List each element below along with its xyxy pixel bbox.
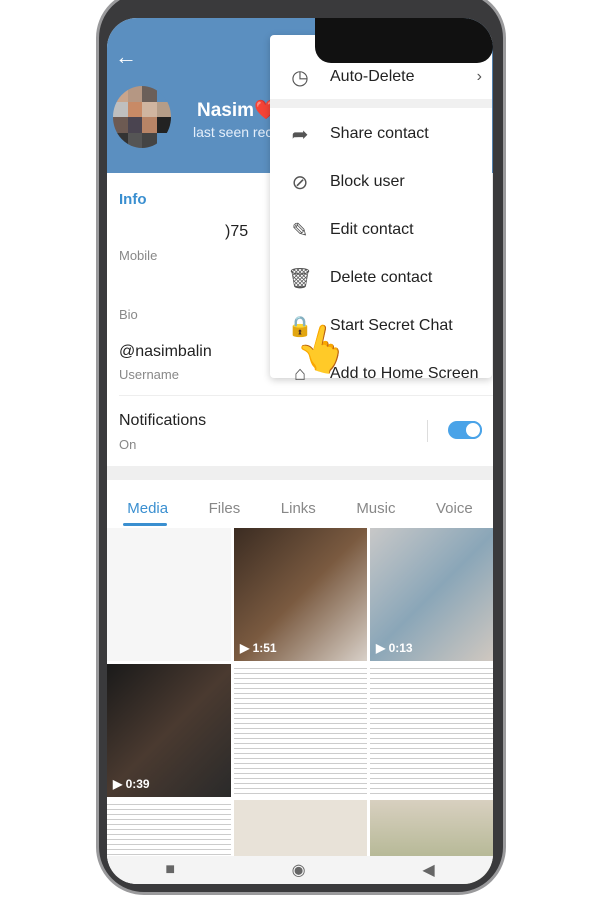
menu-item-delete-contact[interactable]: 🗑 Delete contact [270,255,492,301]
video-duration: ▶ 1:51 [240,641,277,655]
pencil-icon: ✎ [291,219,309,242]
tab-links[interactable]: Links [281,500,316,517]
recents-icon[interactable]: ■ [165,861,175,879]
notifications-value: On [119,437,137,452]
home-icon[interactable]: ◉ [292,860,306,880]
toggle-knob [464,421,482,439]
contact-name: Nasim❤️ [197,100,278,121]
username-value[interactable]: @nasimbalin [119,343,212,361]
media-item[interactable] [234,664,367,797]
media-item[interactable] [370,664,493,797]
menu-item-label: Edit contact [330,221,414,238]
phone-number[interactable]: )75 [225,223,248,241]
username-label: Username [119,367,179,382]
toggle-divider [427,420,428,442]
system-nav-bar: ■ ◉ ◀ [107,856,493,884]
avatar[interactable] [113,86,171,148]
media-item[interactable]: ▶ 0:13 [370,528,493,661]
menu-item-label: Auto-Delete [330,68,415,85]
menu-item-share-contact[interactable]: ➦ Share contact [270,111,492,157]
media-grid: ▶ 1:51 ▶ 0:13 ▶ 0:39 [107,528,493,884]
last-seen-status: last seen rec [193,124,273,140]
media-tabs: Media Files Links Music Voice [107,490,493,526]
video-duration: ▶ 0:13 [376,641,413,655]
media-item[interactable]: ▶ 0:39 [107,664,231,797]
block-icon: ⊘ [291,171,309,194]
active-tab-indicator [123,523,167,526]
menu-item-block-user[interactable]: ⊘ Block user [270,159,492,205]
chevron-right-icon: › [476,68,482,85]
tab-voice[interactable]: Voice [436,500,473,517]
section-gap [107,466,493,480]
menu-item-label: Delete contact [330,269,433,286]
share-icon: ➦ [291,123,309,146]
media-item[interactable]: ▶ 1:51 [234,528,367,661]
menu-item-label: Block user [330,173,405,190]
notch [315,18,493,63]
trash-icon: 🗑 [287,267,313,290]
info-section-title: Info [119,191,147,208]
tab-files[interactable]: Files [209,500,241,517]
notifications-toggle[interactable] [448,421,482,439]
screen: ← Nasim❤️ last seen rec Info )75 Mobile … [107,18,493,884]
menu-item-label: Add to Home Screen [330,365,479,382]
phone-label: Mobile [119,248,158,263]
timer-icon: ◷ [291,66,309,89]
menu-item-edit-contact[interactable]: ✎ Edit contact [270,207,492,253]
notifications-label: Notifications [119,412,207,429]
video-duration: ▶ 0:39 [113,777,150,791]
media-item[interactable] [107,528,231,661]
tab-music[interactable]: Music [356,500,395,517]
tab-media[interactable]: Media [127,500,168,517]
bio-label: Bio [119,307,138,322]
back-arrow-icon[interactable]: ← [115,44,137,70]
menu-separator [270,99,492,108]
menu-item-label: Share contact [330,125,429,142]
back-nav-icon[interactable]: ◀ [422,860,434,880]
